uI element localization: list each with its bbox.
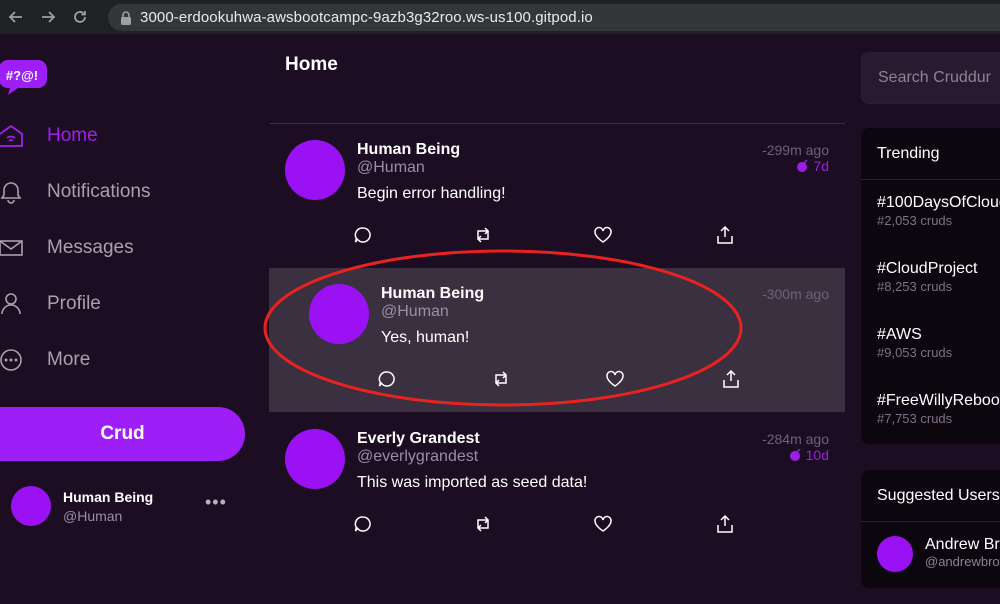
activity-actions [377,369,757,389]
sidebar-item-label: Notifications [47,181,151,202]
activity-display-name: Human Being [381,285,485,302]
crud-button[interactable]: Crud [0,407,245,461]
trending-item[interactable]: #100DaysOfCloud #2,053 cruds [861,180,1000,246]
trending-item[interactable]: #AWS #9,053 cruds [861,312,1000,378]
trending-item[interactable]: #FreeWillyReboot #7,753 cruds [861,378,1000,444]
bomb-icon [797,160,808,172]
reply-icon[interactable] [353,514,373,534]
reply-icon[interactable] [377,369,397,389]
sidebar-item-label: Messages [47,237,134,258]
trending-panel: Trending #100DaysOfCloud #2,053 cruds #C… [861,128,1000,444]
user-icon [1,293,21,315]
share-icon[interactable] [715,225,735,245]
sidebar-item-messages[interactable]: Messages [0,228,134,268]
trend-count: #2,053 cruds [877,213,953,228]
more-circle-icon [0,349,22,371]
mail-icon [0,240,23,256]
sidebar-item-label: More [47,349,91,370]
activity-display-name: Human Being [357,141,461,158]
activity-handle: @Human [357,159,425,176]
home-icon [0,124,23,147]
lock-icon [121,10,131,25]
trend-tag: #CloudProject [877,260,978,277]
activity-created-at: -284m ago [762,431,829,447]
activity-expires-at: 7d [796,158,829,174]
sidebar-item-notifications[interactable]: Notifications [0,172,151,212]
suggested-user-handle: @andrewbrown [925,554,1000,569]
suggested-users-panel: Suggested Users Andrew Brown @andrewbrow… [861,470,1000,588]
expires-label: 7d [813,158,829,174]
bomb-icon [789,449,801,461]
avatar [285,429,345,489]
trend-tag: #100DaysOfCloud [877,194,1000,211]
trending-item[interactable]: #CloudProject #8,253 cruds [861,246,1000,312]
avatar [877,536,913,572]
expires-label: 10d [805,447,829,463]
forward-icon[interactable] [32,0,64,34]
reply-icon[interactable] [353,225,373,245]
profile-name: Human Being [63,489,154,505]
trend-tag: #AWS [877,326,922,343]
profile-card[interactable]: Human Being @Human ••• [11,486,241,528]
cruddur-logo[interactable]: #?@! [0,56,48,96]
heart-icon[interactable] [593,514,613,534]
home-feed: Home Human Being @Human -299m ago 7d Beg… [269,34,845,604]
sidebar-item-label: Home [47,125,98,146]
address-bar[interactable]: 3000-erdookuhwa-awsbootcampc-9azb3g32roo… [108,4,1000,31]
page-title: Home [285,54,338,75]
profile-handle: @Human [63,508,123,524]
avatar [11,486,51,526]
activity-created-at: -300m ago [762,286,829,302]
avatar [309,284,369,344]
trend-count: #8,253 cruds [877,279,953,294]
profile-more-button[interactable]: ••• [205,492,227,513]
search-input[interactable]: Search Cruddur [861,52,1000,104]
sidebar-item-home[interactable]: Home [0,116,98,156]
activity-message: This was imported as seed data! [357,474,588,491]
suggested-user-name: Andrew Brown [925,536,1000,553]
sidebar-item-more[interactable]: More [0,340,90,380]
activity-item[interactable]: Human Being @Human -299m ago 7d Begin er… [269,124,845,268]
suggested-user[interactable]: Andrew Brown @andrewbrown [861,522,1000,588]
sidebar-item-label: Profile [47,293,101,314]
activity-actions [353,514,733,534]
bell-icon [0,182,22,204]
activity-item[interactable]: Everly Grandest @everlygrandest -284m ag… [269,413,845,557]
activity-item[interactable]: Human Being @Human -300m ago Yes, human! [269,268,845,412]
back-icon[interactable] [0,0,32,34]
trend-count: #7,753 cruds [877,411,953,426]
activity-message: Begin error handling! [357,185,506,202]
reload-icon[interactable] [64,0,96,34]
sidebar-item-profile[interactable]: Profile [0,284,101,324]
repost-icon[interactable] [473,514,493,534]
suggested-title: Suggested Users [861,470,1000,522]
activity-handle: @everlygrandest [357,448,479,465]
activity-display-name: Everly Grandest [357,430,480,447]
trending-title: Trending [861,128,1000,180]
url-text: 3000-erdookuhwa-awsbootcampc-9azb3g32roo… [140,9,593,26]
browser-toolbar: 3000-erdookuhwa-awsbootcampc-9azb3g32roo… [0,0,1000,34]
activity-created-at: -299m ago [762,142,829,158]
cruddur-app: #?@! Home Notifications Messages Profile… [0,34,1000,604]
heart-icon[interactable] [605,369,625,389]
trend-count: #9,053 cruds [877,345,953,360]
activity-actions [353,225,733,245]
search-placeholder: Search Cruddur [878,69,991,86]
heart-icon[interactable] [593,225,613,245]
repost-icon[interactable] [473,225,493,245]
avatar [285,140,345,200]
repost-icon[interactable] [491,369,511,389]
activity-expires-at: 10d [789,447,829,463]
share-icon[interactable] [715,514,735,534]
logo-text: #?@! [6,68,38,83]
activity-handle: @Human [381,303,449,320]
activity-message: Yes, human! [381,329,470,346]
share-icon[interactable] [721,369,741,389]
trend-tag: #FreeWillyReboot [877,392,1000,409]
